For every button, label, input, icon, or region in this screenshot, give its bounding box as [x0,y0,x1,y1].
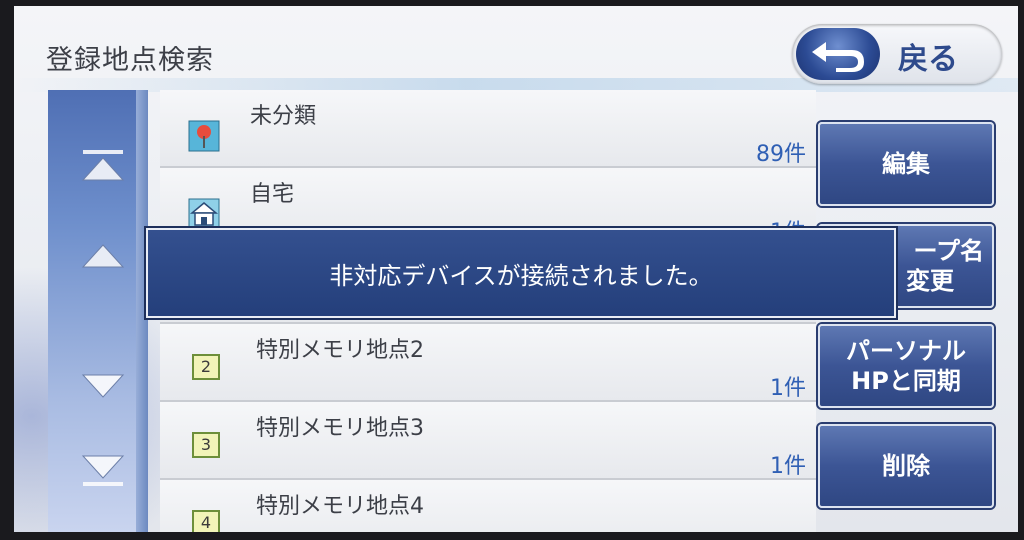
row-count: 1件 [770,376,806,401]
personal-line2: HPと同期 [851,367,961,395]
row-name: 特別メモリ地点2 [256,338,424,363]
memory-number-badge: 4 [192,510,220,532]
scroll-top-icon[interactable] [78,146,128,186]
row-count: 1件 [770,454,806,479]
home-icon [188,198,220,230]
memory-number-badge: 2 [192,354,220,380]
row-name: 自宅 [250,182,295,207]
group-name-line1: ープ名 [913,237,984,265]
delete-button[interactable]: 削除 [818,424,994,508]
list-item[interactable]: 4 特別メモリ地点4 1件 [160,480,816,532]
memory-number-badge: 3 [192,432,220,458]
scroll-down-icon[interactable] [78,366,128,406]
pin-icon [188,120,220,152]
back-label: 戻る [898,42,958,77]
row-count: 89件 [756,142,806,167]
scroll-bar [48,90,148,532]
row-name: 特別メモリ地点3 [256,416,424,441]
list-item[interactable]: 3 特別メモリ地点3 1件 [160,402,816,480]
row-name: 未分類 [250,104,317,129]
back-arrow-icon [796,28,880,80]
group-name-line2: 変更 [906,267,954,295]
back-button[interactable]: 戻る [792,24,1002,84]
edit-button[interactable]: 編集 [818,122,994,206]
row-count: 1件 [770,526,806,532]
unsupported-device-dialog[interactable]: 非対応デバイスが接続されました。 [146,228,896,318]
personal-line1: パーソナル [846,337,966,365]
page-title: 登録地点検索 [46,45,214,76]
device-screen: 登録地点検索 戻る 未分類 89件 自宅 2 特別メモリ地点2 1件 3 特別メ… [14,6,1018,532]
scroll-bottom-icon[interactable] [78,450,128,490]
personal-hp-sync-button[interactable]: パーソナル HPと同期 [818,324,994,408]
list-item[interactable]: 2 特別メモリ地点2 1件 [160,324,816,402]
scroll-up-icon[interactable] [78,236,128,276]
dialog-message: 非対応デバイスが接続されました。 [329,261,713,290]
row-name: 特別メモリ地点4 [256,494,424,519]
list-item[interactable]: 未分類 89件 [160,90,816,168]
